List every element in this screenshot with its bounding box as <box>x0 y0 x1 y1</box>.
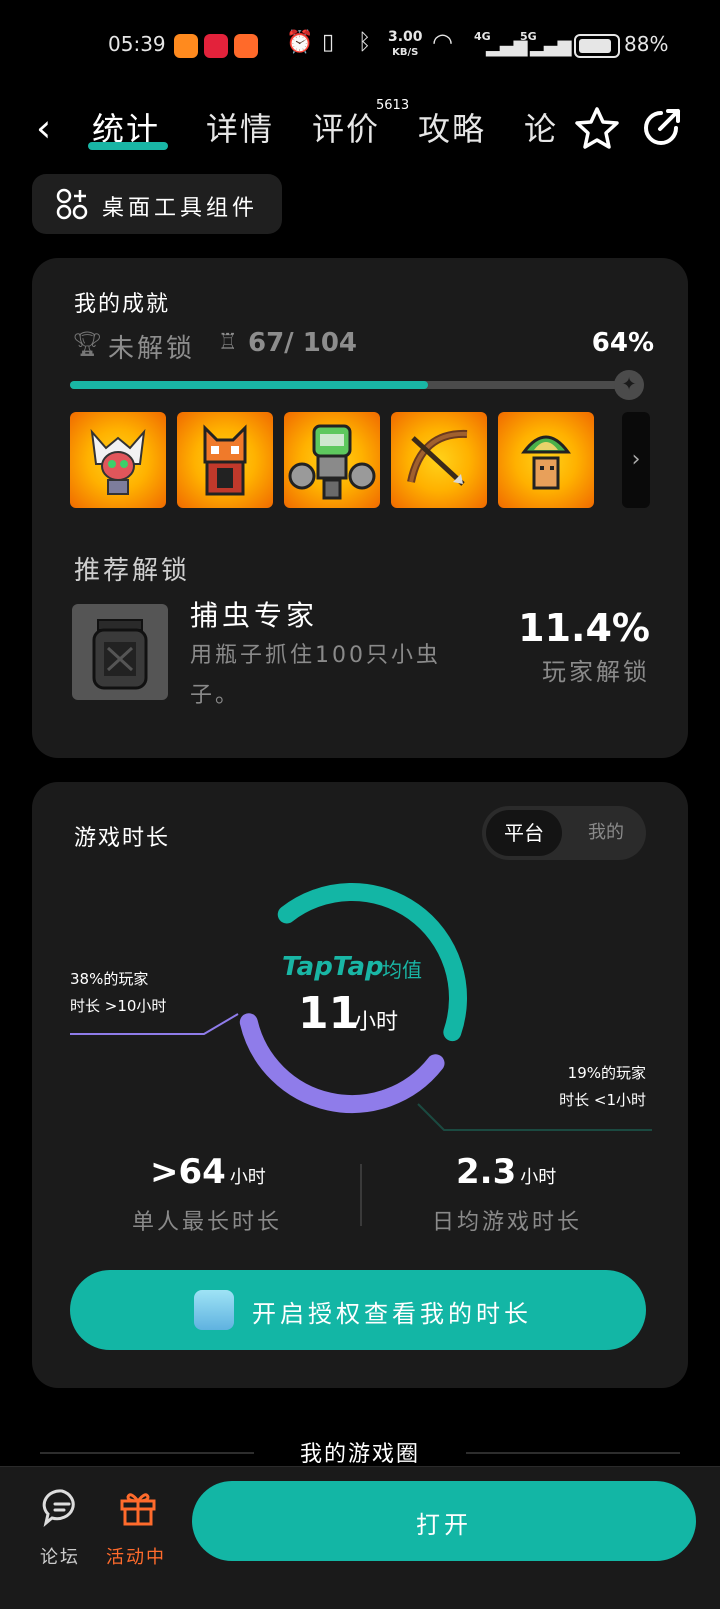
daily-playtime-unit: 小时 <box>520 1167 557 1188</box>
badge-scroll-next[interactable]: › <box>622 412 650 508</box>
achievement-badge[interactable] <box>391 412 487 508</box>
taptap-logo: TapTap <box>282 952 384 982</box>
recommend-name: 捕虫专家 <box>190 599 319 632</box>
max-playtime-stat: >64 小时 <box>150 1152 266 1192</box>
achievement-badge[interactable] <box>284 412 380 508</box>
vibrate-icon: ▯ <box>322 30 335 55</box>
daily-playtime-label: 日均游戏时长 <box>432 1210 583 1235</box>
tab-details[interactable]: 详情 <box>206 104 274 150</box>
tab-active-indicator <box>88 142 168 150</box>
achievement-badge[interactable] <box>70 412 166 508</box>
cup-icon: ♖ <box>218 330 238 355</box>
app-notification-icon <box>234 34 258 58</box>
left-annotation-line2: 时长 >10小时 <box>70 997 167 1015</box>
center-unit: 小时 <box>354 1010 399 1035</box>
tab-forum[interactable]: 论坛 <box>524 104 568 148</box>
tab-reviews[interactable]: 评价 <box>312 104 380 150</box>
recommend-achievement-image <box>72 604 168 700</box>
clown-icon <box>90 428 146 495</box>
favorite-icon[interactable] <box>574 105 620 151</box>
jar-icon <box>92 619 148 690</box>
max-playtime-unit: 小时 <box>229 1167 266 1188</box>
achievement-badge[interactable] <box>177 412 273 508</box>
center-subtitle: 均值 <box>382 958 422 982</box>
mushroom-icon <box>521 435 571 490</box>
trophy-icon: 🏆︎ <box>72 330 103 358</box>
achievements-title: 我的成就 <box>74 292 171 317</box>
max-playtime-label: 单人最长时长 <box>132 1210 283 1235</box>
forum-icon[interactable] <box>42 1487 82 1527</box>
achievement-progress-fill <box>70 381 429 389</box>
daily-playtime-stat: 2.3 小时 <box>456 1152 556 1192</box>
app-notification-icon <box>204 34 228 58</box>
recommend-desc: 用瓶子抓住100只小虫子。 <box>190 643 441 708</box>
achievement-count: 67/ 104 <box>248 328 358 358</box>
right-annotation-line1: 19%的玩家 <box>567 1064 646 1082</box>
section-divider-right <box>466 1452 680 1454</box>
wifi-icon: ◠ <box>432 28 453 56</box>
event-label[interactable]: 活动中 <box>106 1543 166 1569</box>
max-playtime-value: >64 <box>150 1152 226 1192</box>
stats-divider <box>360 1164 362 1226</box>
fox-icon <box>203 424 247 496</box>
right-annotation-line2: 时长 <1小时 <box>559 1091 646 1109</box>
desktop-widget-label: 桌面工具组件 <box>102 196 259 221</box>
robot-icon <box>288 424 376 500</box>
battery-icon <box>574 34 620 58</box>
share-icon[interactable] <box>638 105 684 151</box>
tab-overflow: 论坛 <box>524 104 568 148</box>
achievement-progress-bar: ✦ <box>70 370 644 400</box>
achievement-percent: 64% <box>591 328 654 358</box>
battery-percent: 88% <box>624 32 669 56</box>
daily-playtime-value: 2.3 <box>456 1152 517 1192</box>
crossbow-icon <box>407 429 468 486</box>
chevron-right-icon: › <box>631 447 641 472</box>
donut-left-annotation: 38%的玩家 时长 >10小时 <box>70 966 166 1020</box>
review-count: 5613 <box>376 98 410 113</box>
left-annotation-line1: 38%的玩家 <box>70 970 149 988</box>
back-icon[interactable]: ‹ <box>36 106 51 150</box>
authorize-playtime-button[interactable]: 开启授权查看我的时长 <box>70 1270 646 1350</box>
net-speed: 3.00 KB/S <box>388 29 423 58</box>
app-notification-icon <box>174 34 198 58</box>
forum-label[interactable]: 论坛 <box>40 1543 80 1569</box>
desktop-widget-button[interactable]: 桌面工具组件 <box>32 174 282 234</box>
gift-icon[interactable] <box>118 1487 158 1527</box>
recommend-percent-label: 玩家解锁 <box>542 658 650 686</box>
authorize-playtime-label: 开启授权查看我的时长 <box>252 1300 532 1328</box>
playtime-card: 游戏时长 平台 我的 38%的玩家 时长 >10小时 19%的玩家 时长 <1小… <box>32 782 688 1388</box>
bluetooth-icon: ᛒ <box>358 30 372 55</box>
achievement-badge[interactable] <box>498 412 594 508</box>
bottom-action-bar: 论坛 活动中 打开 <box>0 1466 720 1609</box>
recommend-title: 推荐解锁 <box>74 556 191 586</box>
clock: 05:39 <box>108 32 166 56</box>
tab-guides[interactable]: 攻略 <box>418 104 486 150</box>
locked-label: 未解锁 <box>108 334 196 364</box>
achievements-card: 我的成就 🏆︎ 未解锁 ♖ 67/ 104 64% ✦ › 推荐解锁 捕虫专家 … <box>32 258 688 758</box>
open-game-button[interactable]: 打开 <box>192 1481 696 1561</box>
game-app-icon <box>194 1290 234 1330</box>
recommend-percent: 11.4% <box>518 606 650 650</box>
center-value: 11 <box>298 988 360 1039</box>
donut-right-annotation: 19%的玩家 时长 <1小时 <box>559 1060 646 1114</box>
status-bar: 05:39 ⏰ ▯ ᛒ 3.00 KB/S ◠ 4G ▂▄▆ 5G ▂▄▆ 88% <box>0 0 720 90</box>
progress-end-icon: ✦ <box>614 370 644 400</box>
alarm-icon: ⏰ <box>286 30 314 55</box>
widget-icon <box>56 188 88 220</box>
open-game-label: 打开 <box>416 1511 472 1539</box>
signal-icon: ▂▄▆ <box>530 36 572 57</box>
